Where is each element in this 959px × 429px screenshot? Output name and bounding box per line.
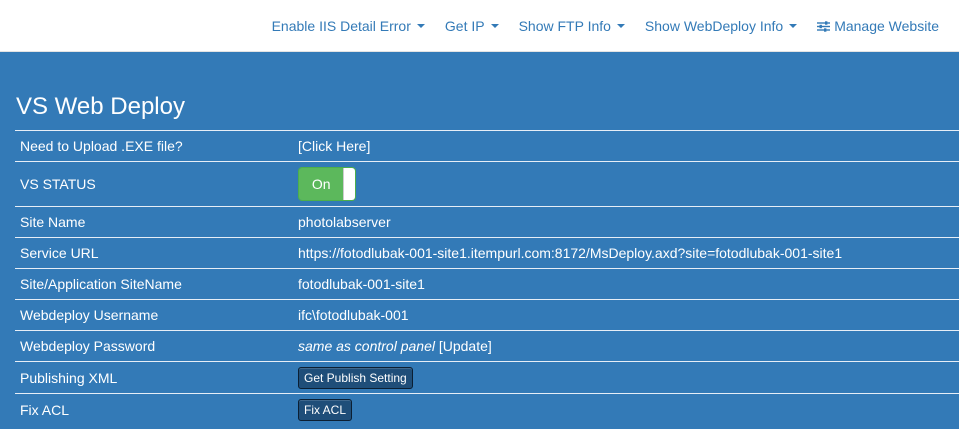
table-row: Webdeploy Username ifc\fotodlubak-001 bbox=[15, 299, 959, 330]
table-row: Site/Application SiteName fotodlubak-001… bbox=[15, 268, 959, 299]
nav-get-ip[interactable]: Get IP bbox=[445, 18, 499, 34]
nav-show-ftp-info[interactable]: Show FTP Info bbox=[519, 18, 625, 34]
service-url-value: https://fotodlubak-001-site1.itempurl.co… bbox=[298, 245, 843, 261]
table-row: Fix ACL Fix ACL bbox=[15, 393, 959, 425]
table-row: Webdeploy Password same as control panel… bbox=[15, 330, 959, 361]
row-label: Site Name bbox=[20, 214, 86, 230]
nav-item-label: Show WebDeploy Info bbox=[644, 18, 784, 34]
settings-table: Need to Upload .EXE file? [Click Here] V… bbox=[15, 130, 959, 425]
toggle-handle bbox=[343, 168, 355, 200]
application-sitename-value: fotodlubak-001-site1 bbox=[298, 276, 425, 292]
nav-manage-website[interactable]: Manage Website bbox=[817, 18, 939, 34]
password-note: same as control panel bbox=[298, 338, 435, 354]
row-label: Fix ACL bbox=[20, 401, 70, 418]
webdeploy-username-value: ifc\fotodlubak-001 bbox=[298, 307, 409, 323]
publishing-xml-value: Get Publish Setting bbox=[298, 366, 413, 389]
table-row: VS STATUS On bbox=[15, 161, 959, 206]
nav-item-label: Manage Website bbox=[834, 18, 939, 34]
nav-item-label: Enable IIS Detail Error bbox=[271, 18, 411, 34]
nav-item-label: Get IP bbox=[444, 18, 485, 34]
row-label: Webdeploy Username bbox=[20, 307, 159, 323]
fix-acl-button[interactable]: Fix ACL bbox=[298, 398, 353, 421]
row-label: Site/Application SiteName bbox=[20, 276, 182, 292]
update-password-link[interactable]: [Update] bbox=[439, 338, 492, 354]
row-label: Service URL bbox=[20, 245, 99, 261]
sliders-icon bbox=[817, 20, 831, 32]
caret-down-icon bbox=[416, 24, 425, 28]
site-name-value: photolabserver bbox=[298, 214, 391, 230]
get-publish-setting-button[interactable]: Get Publish Setting bbox=[298, 366, 413, 389]
caret-down-icon bbox=[789, 24, 798, 28]
nav-enable-iis-detail-error[interactable]: Enable IIS Detail Error bbox=[272, 18, 425, 34]
fix-acl-value: Fix ACL bbox=[298, 398, 353, 421]
nav-show-webdeploy-info[interactable]: Show WebDeploy Info bbox=[644, 18, 798, 34]
row-label: Need to Upload .EXE file? bbox=[20, 138, 183, 154]
row-label: Webdeploy Password bbox=[20, 338, 156, 354]
toggle-on-label: On bbox=[299, 168, 344, 200]
table-row: Publishing XML Get Publish Setting bbox=[15, 361, 959, 393]
caret-down-icon bbox=[616, 24, 625, 28]
top-navbar: Enable IIS Detail Error Get IP Show FTP … bbox=[0, 0, 959, 52]
table-row: Service URL https://fotodlubak-001-site1… bbox=[15, 237, 959, 268]
upload-exe-link[interactable]: [Click Here] bbox=[298, 138, 370, 154]
page-title: VS Web Deploy bbox=[16, 93, 185, 120]
nav-item-label: Show FTP Info bbox=[518, 18, 611, 34]
caret-down-icon bbox=[490, 24, 499, 28]
vs-status-value: On bbox=[298, 167, 356, 201]
vs-web-deploy-panel: VS Web Deploy Need to Upload .EXE file? … bbox=[0, 52, 959, 429]
table-row: Need to Upload .EXE file? [Click Here] bbox=[15, 130, 959, 161]
vs-status-toggle[interactable]: On bbox=[298, 167, 356, 201]
webdeploy-password-value: same as control panel [Update] bbox=[298, 338, 492, 354]
table-row: Site Name photolabserver bbox=[15, 206, 959, 237]
row-label: Publishing XML bbox=[20, 369, 118, 386]
nav-menu: Enable IIS Detail Error Get IP Show FTP … bbox=[252, 0, 939, 52]
row-label: VS STATUS bbox=[20, 176, 96, 192]
